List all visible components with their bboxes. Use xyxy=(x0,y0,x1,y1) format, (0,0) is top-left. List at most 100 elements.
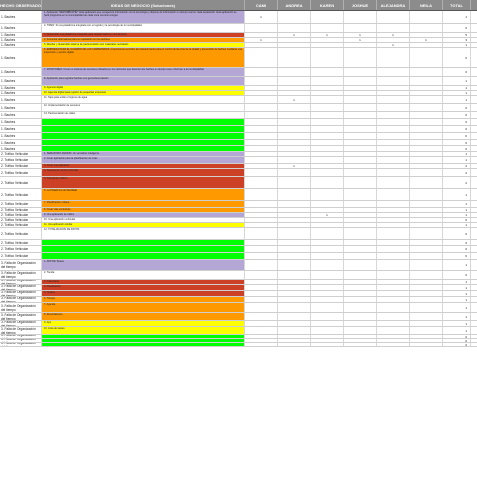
idea-cell[interactable]: 10. Agencia digital para registro de peq… xyxy=(42,91,245,95)
observed-cell[interactable]: 3. Falta de Organización del tiempo xyxy=(0,339,42,342)
idea-cell[interactable]: 2. TIPEO: Si una plataforma integrada co… xyxy=(42,24,245,32)
idea-cell[interactable] xyxy=(42,140,245,145)
vote-cell[interactable] xyxy=(245,218,278,222)
vote-cell[interactable] xyxy=(344,112,377,118)
vote-cell[interactable] xyxy=(311,223,344,227)
vote-cell[interactable] xyxy=(245,96,278,103)
vote-cell[interactable] xyxy=(311,11,344,23)
total-cell[interactable]: 1 xyxy=(443,327,471,334)
vote-cell[interactable] xyxy=(410,246,443,252)
idea-cell[interactable]: 3. Desarrollar una plataforma integrada … xyxy=(42,33,245,37)
table-row[interactable]: 1. Baches 0 xyxy=(0,119,477,126)
idea-cell[interactable]: 10. Una aplicación vehicular xyxy=(42,218,245,222)
vote-cell[interactable] xyxy=(278,321,311,326)
observed-cell[interactable]: 1. Baches xyxy=(0,112,42,118)
total-cell[interactable]: 1 xyxy=(443,11,471,23)
idea-cell[interactable] xyxy=(42,133,245,139)
total-cell[interactable]: 0 xyxy=(443,335,471,338)
vote-cell[interactable] xyxy=(278,152,311,156)
vote-cell[interactable] xyxy=(311,327,344,334)
observed-cell[interactable]: 1. Baches xyxy=(0,33,42,37)
observed-cell[interactable]: 1. Baches xyxy=(0,133,42,139)
vote-cell[interactable] xyxy=(344,91,377,95)
vote-cell[interactable] xyxy=(410,96,443,103)
total-cell[interactable]: 1 xyxy=(443,297,471,302)
idea-cell[interactable]: 11. Una aplicación similar xyxy=(42,223,245,227)
vote-cell[interactable] xyxy=(344,140,377,145)
total-cell[interactable]: 1 xyxy=(443,285,471,290)
table-row[interactable]: 3. Falta de Organización del tiempo 7. Ag… xyxy=(0,303,477,313)
vote-cell[interactable]: 1 xyxy=(278,164,311,168)
vote-cell[interactable] xyxy=(245,152,278,156)
vote-cell[interactable] xyxy=(410,86,443,90)
vote-cell[interactable] xyxy=(377,303,410,312)
vote-cell[interactable] xyxy=(377,321,410,326)
total-cell[interactable]: 0 xyxy=(443,24,471,32)
vote-cell[interactable] xyxy=(278,246,311,252)
vote-cell[interactable] xyxy=(278,335,311,338)
vote-cell[interactable] xyxy=(410,164,443,168)
header-person[interactable]: ALEJANDRA xyxy=(377,0,410,10)
vote-cell[interactable] xyxy=(311,228,344,239)
vote-cell[interactable] xyxy=(377,119,410,125)
idea-cell[interactable]: 1. APP DE Tareas xyxy=(42,260,245,270)
vote-cell[interactable] xyxy=(311,112,344,118)
vote-cell[interactable] xyxy=(311,164,344,168)
idea-cell[interactable] xyxy=(42,343,245,346)
vote-cell[interactable] xyxy=(278,201,311,207)
vote-cell[interactable] xyxy=(344,260,377,270)
header-person[interactable]: JOSHUE xyxy=(344,0,377,10)
vote-cell[interactable] xyxy=(245,119,278,125)
total-cell[interactable]: 0 xyxy=(443,240,471,245)
idea-cell[interactable]: 8. Aplicación para registrar baches con … xyxy=(42,77,245,85)
total-cell[interactable]: 1 xyxy=(443,280,471,284)
vote-cell[interactable] xyxy=(344,177,377,188)
vote-cell[interactable] xyxy=(311,218,344,222)
idea-cell[interactable] xyxy=(42,119,245,125)
vote-cell[interactable] xyxy=(377,189,410,200)
observed-cell[interactable]: 2. Tráfico Vehicular xyxy=(0,164,42,168)
table-row[interactable]: 1. Baches 7. MONITOREO: Crear un sistema … xyxy=(0,68,477,77)
vote-cell[interactable] xyxy=(245,169,278,176)
idea-cell[interactable]: 4. Sistema de control vehicular xyxy=(42,169,245,176)
vote-cell[interactable] xyxy=(377,68,410,76)
vote-cell[interactable] xyxy=(410,291,443,296)
total-cell[interactable]: 1 xyxy=(443,321,471,326)
vote-cell[interactable] xyxy=(410,11,443,23)
observed-cell[interactable]: 3. Falta de Organización del tiempo xyxy=(0,343,42,346)
vote-cell[interactable] xyxy=(377,146,410,151)
idea-cell[interactable] xyxy=(42,335,245,338)
vote-cell[interactable] xyxy=(311,146,344,151)
vote-cell[interactable] xyxy=(311,343,344,346)
idea-cell[interactable] xyxy=(42,246,245,252)
observed-cell[interactable]: 1. Baches xyxy=(0,140,42,145)
observed-cell[interactable]: 3. Falta de Organización del tiempo xyxy=(0,280,42,284)
vote-cell[interactable] xyxy=(344,164,377,168)
vote-cell[interactable] xyxy=(410,201,443,207)
table-row[interactable]: 2. Tráfico Vehicular 6. La Plataforma de … xyxy=(0,189,477,201)
observed-cell[interactable]: 1. Baches xyxy=(0,48,42,67)
vote-cell[interactable] xyxy=(245,48,278,67)
vote-cell[interactable] xyxy=(344,77,377,85)
vote-cell[interactable] xyxy=(377,24,410,32)
observed-cell[interactable]: 1. Baches xyxy=(0,104,42,111)
total-cell[interactable]: 1 xyxy=(443,208,471,212)
observed-cell[interactable]: 2. Tráfico Vehicular xyxy=(0,218,42,222)
vote-cell[interactable] xyxy=(410,77,443,85)
total-cell[interactable]: 5 xyxy=(443,33,471,37)
idea-cell[interactable]: 10. Lista de tareas xyxy=(42,327,245,334)
observed-cell[interactable]: 3. Falta de Organización del tiempo xyxy=(0,291,42,296)
vote-cell[interactable] xyxy=(245,343,278,346)
vote-cell[interactable] xyxy=(377,339,410,342)
total-cell[interactable]: 1 xyxy=(443,260,471,270)
vote-cell[interactable] xyxy=(377,218,410,222)
vote-cell[interactable] xyxy=(344,280,377,284)
idea-cell[interactable]: 4. Fomentar alternativas para su reparac… xyxy=(42,38,245,42)
observed-cell[interactable]: 2. Tráfico Vehicular xyxy=(0,177,42,188)
vote-cell[interactable] xyxy=(245,297,278,302)
vote-cell[interactable] xyxy=(311,285,344,290)
vote-cell[interactable] xyxy=(344,104,377,111)
total-cell[interactable]: 0 xyxy=(443,146,471,151)
vote-cell[interactable] xyxy=(410,91,443,95)
vote-cell[interactable] xyxy=(377,177,410,188)
